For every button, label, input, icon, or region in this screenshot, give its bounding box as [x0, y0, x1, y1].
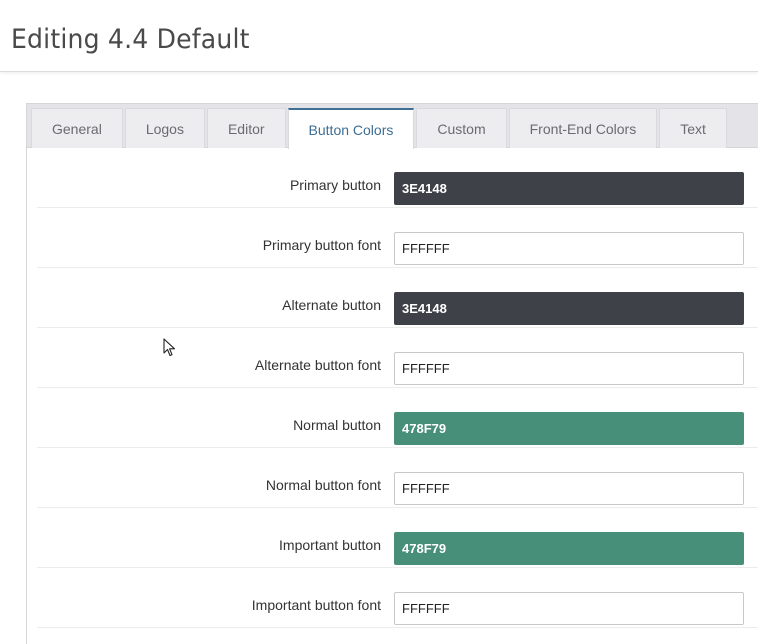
- alternate-button-font-color-input[interactable]: [394, 352, 744, 385]
- primary-button-color-input[interactable]: [394, 172, 744, 205]
- field-row-alternate-button-font: Alternate button font: [37, 328, 758, 388]
- field-row-normal-button: Normal button: [37, 388, 758, 448]
- tab-editor[interactable]: Editor: [206, 108, 286, 148]
- alternate-button-font-label: Alternate button font: [254, 357, 381, 373]
- tab-bar: General Logos Editor Button Colors Custo…: [27, 104, 758, 149]
- primary-button-font-color-input[interactable]: [394, 232, 744, 265]
- tab-front-end-colors[interactable]: Front-End Colors: [508, 108, 658, 148]
- important-button-label: Important button: [279, 537, 381, 553]
- alternate-button-color-input[interactable]: [394, 292, 744, 325]
- normal-button-color-input[interactable]: [394, 412, 744, 445]
- tab-general[interactable]: General: [31, 108, 123, 148]
- field-row-primary-button: Primary button: [37, 148, 758, 208]
- tab-logos[interactable]: Logos: [124, 108, 205, 148]
- field-row-alternate-button: Alternate button: [37, 268, 758, 328]
- field-row-primary-button-font: Primary button font: [37, 208, 758, 268]
- important-button-font-color-input[interactable]: [394, 592, 744, 625]
- alternate-button-label: Alternate button: [282, 297, 381, 313]
- normal-button-label: Normal button: [293, 417, 381, 433]
- normal-button-font-label: Normal button font: [265, 477, 381, 493]
- color-fields: Primary button Primary button font Alter…: [37, 148, 758, 628]
- field-row-normal-button-font: Normal button font: [37, 448, 758, 508]
- important-button-font-label: Important button font: [251, 597, 381, 613]
- page-header: Editing 4.4 Default: [0, 0, 758, 72]
- important-button-color-input[interactable]: [394, 532, 744, 565]
- field-row-important-button: Important button: [37, 508, 758, 568]
- tab-custom[interactable]: Custom: [416, 108, 507, 148]
- page-title: Editing 4.4 Default: [11, 24, 250, 55]
- tab-button-colors[interactable]: Button Colors: [287, 108, 415, 149]
- primary-button-label: Primary button: [289, 177, 381, 193]
- tabs: General Logos Editor Button Colors Custo…: [31, 108, 729, 149]
- primary-button-font-label: Primary button font: [262, 237, 381, 253]
- normal-button-font-color-input[interactable]: [394, 472, 744, 505]
- tab-text[interactable]: Text: [659, 108, 727, 148]
- settings-panel: General Logos Editor Button Colors Custo…: [26, 103, 758, 644]
- field-row-important-button-font: Important button font: [37, 568, 758, 628]
